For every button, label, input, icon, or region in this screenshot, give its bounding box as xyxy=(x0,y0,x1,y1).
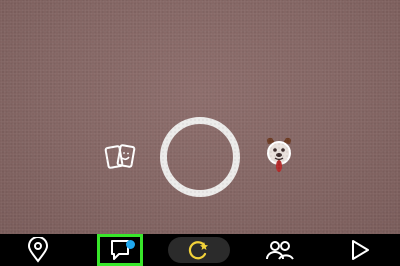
nav-map-button[interactable] xyxy=(18,234,58,266)
memories-cards-icon xyxy=(104,144,136,169)
notification-dot xyxy=(126,240,135,249)
nav-stories-button[interactable] xyxy=(258,234,302,266)
capture-button[interactable] xyxy=(160,117,240,197)
nav-chat-button[interactable] xyxy=(97,234,143,266)
camera-viewfinder[interactable] xyxy=(0,0,400,234)
friends-icon xyxy=(266,241,294,260)
play-icon xyxy=(352,240,369,260)
location-pin-icon xyxy=(27,237,49,263)
camera-sparkle-icon xyxy=(188,241,208,260)
lens-button[interactable] xyxy=(262,134,296,180)
dog-lens-icon xyxy=(267,137,291,172)
nav-discover-button[interactable] xyxy=(340,234,380,266)
bottom-navbar xyxy=(0,234,400,266)
nav-camera-button[interactable] xyxy=(166,234,232,266)
camera-tab-pill xyxy=(168,237,230,263)
memories-button[interactable] xyxy=(104,141,138,173)
